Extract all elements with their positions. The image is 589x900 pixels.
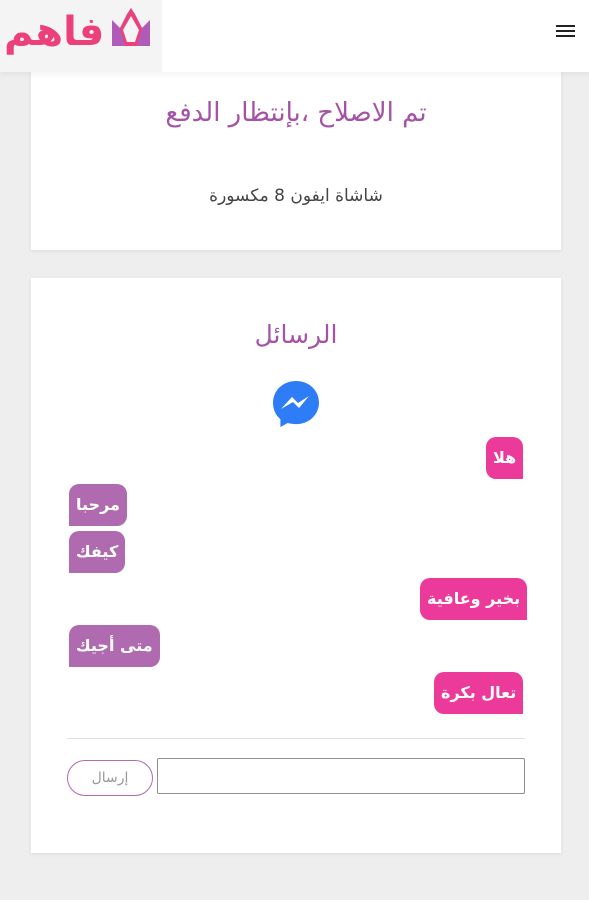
message-bubble-outgoing: مرحبا <box>69 484 127 526</box>
logo[interactable]: فاهم <box>0 0 162 72</box>
top-bar: فاهم <box>0 0 589 72</box>
hamburger-menu-icon[interactable] <box>556 22 582 44</box>
messenger-icon <box>273 381 319 427</box>
messages-card: الرسائل هلا مرحبا كيفك بخير وعافية متى أ… <box>31 278 561 853</box>
messages-title: الرسائل <box>254 320 338 349</box>
message-bubble-incoming: تعال بكرة <box>434 672 524 714</box>
status-card: تم الاصلاح ،بإنتظار الدفع شاشاة ايفون 8 … <box>31 60 561 250</box>
message-bubble-incoming: بخير وعافية <box>420 578 528 620</box>
send-button[interactable]: إرسال <box>67 760 153 796</box>
logo-mark-icon <box>112 8 150 46</box>
message-input[interactable] <box>157 758 525 794</box>
device-description: شاشاة ايفون 8 مكسورة <box>209 186 383 206</box>
divider <box>67 738 525 739</box>
message-bubble-incoming: هلا <box>486 437 524 479</box>
page: فاهم تم الاصلاح ،بإنتظار الدفع شاشاة ايف… <box>0 0 589 900</box>
logo-text: فاهم <box>4 9 105 55</box>
message-bubble-outgoing: متى أجيك <box>69 625 160 667</box>
status-title: تم الاصلاح ،بإنتظار الدفع <box>165 98 427 128</box>
message-bubble-outgoing: كيفك <box>69 531 126 573</box>
